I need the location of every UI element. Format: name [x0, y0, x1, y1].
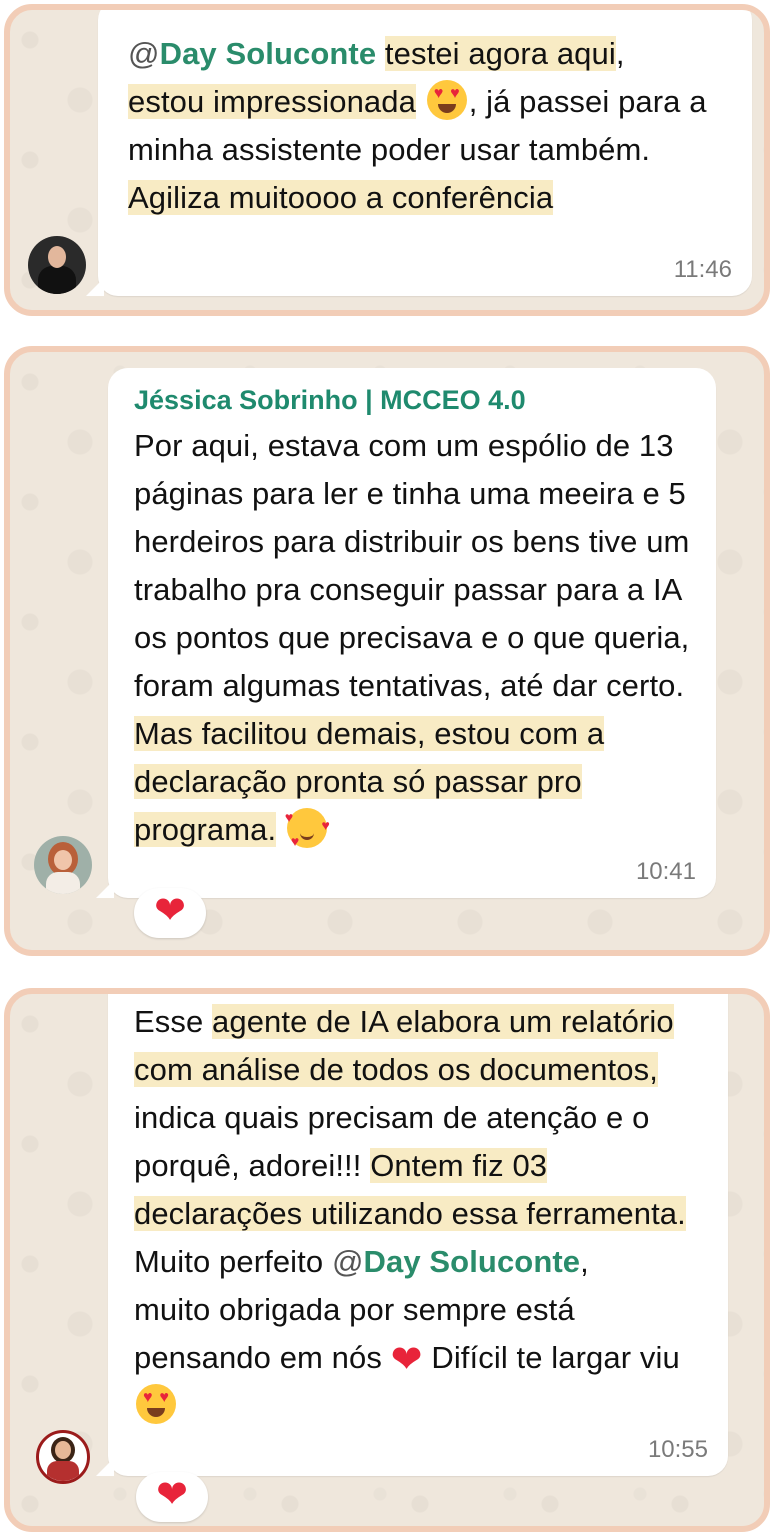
text-segment: , — [615, 36, 625, 71]
highlighted-text: agente de IA elabora um relatório com an… — [134, 1004, 674, 1087]
avatar[interactable] — [34, 836, 92, 894]
message-text: @Day Soluconte testei agora aqui, estou i… — [128, 30, 732, 222]
heart-reaction[interactable]: ❤ — [134, 888, 206, 938]
smiling-face-with-heart-eyes-icon — [426, 80, 467, 120]
text-segment: Muito perfeito — [134, 1244, 332, 1279]
red-heart-icon: ❤ — [156, 1472, 188, 1516]
message-text: Esse agente de IA elabora um relatório c… — [134, 998, 708, 1430]
screenshot-card-1: @Day Soluconte testei agora aqui, estou i… — [4, 4, 770, 316]
message-bubble[interactable]: @Day Soluconte testei agora aqui, estou i… — [86, 10, 752, 296]
message-timestamp: 10:41 — [635, 858, 696, 885]
message-bubble[interactable]: Esse agente de IA elabora um relatório c… — [96, 994, 728, 1476]
smiling-face-with-hearts-icon: ♥ ♥ ♥ — [284, 808, 330, 849]
text-segment: , — [580, 1244, 589, 1279]
mention-link[interactable]: Day Soluconte — [160, 36, 377, 71]
highlighted-text: Agiliza muitoooo a conferência — [128, 180, 554, 215]
screenshot-card-3: Esse agente de IA elabora um relatório c… — [4, 988, 770, 1532]
red-heart-icon: ❤ — [390, 1337, 423, 1381]
red-heart-icon: ❤ — [154, 888, 186, 932]
text-segment: Esse — [134, 1004, 213, 1039]
avatar[interactable] — [28, 236, 86, 294]
screenshot-card-2: Jéssica Sobrinho | MCCEO 4.0 Por aqui, e… — [4, 346, 770, 956]
mention-at: @ — [128, 36, 160, 71]
smiling-face-with-heart-eyes-icon — [136, 1384, 176, 1424]
text-segment: Difícil te largar viu — [422, 1340, 680, 1375]
mention-link[interactable]: Day Soluconte — [364, 1244, 581, 1279]
message-timestamp: 10:55 — [647, 1436, 708, 1463]
mention-at: @ — [331, 1244, 364, 1279]
highlighted-text: testei agora aqui — [384, 36, 616, 71]
heart-reaction[interactable]: ❤ — [136, 1472, 208, 1522]
sender-name[interactable]: Jéssica Sobrinho | MCCEO 4.0 — [134, 380, 696, 420]
highlighted-text: estou impressionada — [128, 84, 416, 119]
avatar[interactable] — [36, 1430, 90, 1484]
message-text: Por aqui, estava com um espólio de 13 pá… — [134, 422, 696, 854]
highlighted-text: Mas facilitou demais, estou com a declar… — [134, 716, 605, 847]
message-timestamp: 11:46 — [673, 256, 732, 283]
text-segment: Por aqui, estava com um espólio de 13 pá… — [134, 428, 690, 703]
message-bubble[interactable]: Jéssica Sobrinho | MCCEO 4.0 Por aqui, e… — [96, 368, 716, 898]
